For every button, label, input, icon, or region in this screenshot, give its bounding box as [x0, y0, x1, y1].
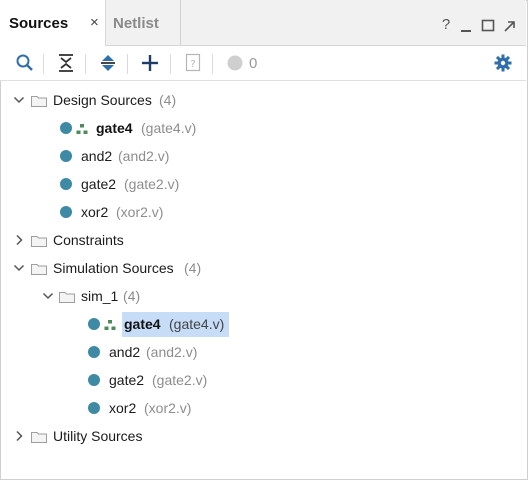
module-file: (xor2.v): [144, 400, 192, 416]
module-name: gate4: [96, 120, 133, 136]
verilog-file-icon: [88, 402, 100, 414]
toolbar-divider: [85, 54, 86, 74]
svg-text:?: ?: [190, 59, 195, 70]
sources-toolbar: ? 0: [0, 46, 526, 81]
gear-icon[interactable]: [492, 52, 514, 74]
toolbar-divider: [43, 54, 44, 74]
verilog-file-icon: [60, 122, 72, 134]
tab-netlist[interactable]: Netlist: [106, 0, 181, 45]
module-name: gate2: [109, 372, 145, 388]
folder-icon: [31, 234, 47, 247]
module-file: (xor2.v): [116, 204, 164, 220]
tree-node-label: Simulation Sources: [53, 260, 174, 276]
tab-sources-label: Sources: [9, 15, 69, 32]
float-icon[interactable]: [502, 16, 518, 34]
module-name: xor2: [81, 204, 109, 220]
tree-node-design-sources[interactable]: Design Sources (4): [0, 86, 526, 114]
verilog-file-icon: [60, 178, 72, 190]
chevron-right-icon[interactable]: [13, 429, 25, 443]
collapse-all-icon[interactable]: [55, 52, 77, 74]
module-name: and2: [81, 148, 113, 164]
tree-node-count: (4): [123, 288, 141, 304]
close-icon[interactable]: ×: [90, 14, 99, 31]
tree-item-gate2[interactable]: gate2 (gate2.v): [0, 170, 526, 198]
search-icon[interactable]: [14, 52, 36, 74]
top-module-icon: [76, 122, 88, 134]
tree-item-gate4-sim[interactable]: gate4 (gate4.v): [0, 310, 526, 338]
tree-node-label: sim_1: [81, 288, 119, 304]
module-name: xor2: [109, 400, 137, 416]
verilog-file-icon: [88, 346, 100, 358]
module-file: (and2.v): [118, 148, 170, 164]
tree-node-label: Constraints: [53, 232, 124, 248]
chevron-down-icon[interactable]: [13, 261, 25, 275]
chevron-right-icon[interactable]: [13, 233, 25, 247]
maximize-icon[interactable]: [480, 16, 496, 34]
tree-item-and2-sim[interactable]: and2 (and2.v): [0, 338, 526, 366]
module-file: (gate4.v): [141, 120, 197, 136]
toolbar-divider: [212, 54, 213, 74]
tree-item-gate2-sim[interactable]: gate2 (gate2.v): [0, 366, 526, 394]
tree-item-xor2[interactable]: xor2 (xor2.v): [0, 198, 526, 226]
verilog-file-icon: [60, 150, 72, 162]
tree-item-gate4[interactable]: gate4 (gate4.v): [0, 114, 526, 142]
verilog-file-icon: [88, 318, 100, 330]
status-count: 0: [249, 55, 258, 72]
tree-node-count: (4): [159, 92, 177, 108]
minimize-icon[interactable]: [458, 16, 474, 34]
module-file: (gate2.v): [152, 372, 208, 388]
status-dot-icon: [224, 52, 246, 74]
module-name: and2: [109, 344, 141, 360]
tab-sources[interactable]: Sources ×: [0, 0, 106, 46]
tree-node-simulation-sources[interactable]: Simulation Sources (4): [0, 254, 526, 282]
tree-item-and2[interactable]: and2 (and2.v): [0, 142, 526, 170]
add-sources-icon[interactable]: [139, 52, 161, 74]
verilog-file-icon: [88, 374, 100, 386]
tree-node-utility-sources[interactable]: Utility Sources: [0, 422, 526, 450]
tree-node-label: Design Sources: [53, 92, 152, 108]
module-file: (gate2.v): [124, 176, 180, 192]
folder-icon: [31, 262, 47, 275]
module-file: (gate4.v): [169, 316, 225, 332]
module-name: gate2: [81, 176, 117, 192]
chevron-down-icon[interactable]: [42, 289, 54, 303]
expand-all-icon[interactable]: [97, 52, 119, 74]
toolbar-divider: [170, 54, 171, 74]
folder-icon: [31, 94, 47, 107]
window-buttons: ?: [438, 16, 518, 36]
tree-node-constraints[interactable]: Constraints: [0, 226, 526, 254]
verilog-file-icon: [60, 206, 72, 218]
tab-netlist-label: Netlist: [113, 15, 159, 32]
module-file: (and2.v): [146, 344, 198, 360]
folder-icon: [31, 430, 47, 443]
tree-node-label: Utility Sources: [53, 428, 143, 444]
top-module-icon: [104, 318, 116, 330]
tree-item-xor2-sim[interactable]: xor2 (xor2.v): [0, 394, 526, 422]
module-name: gate4: [124, 316, 161, 332]
tab-bar: Sources × Netlist ?: [0, 0, 526, 46]
tree-node-sim-1[interactable]: sim_1 (4): [0, 282, 526, 310]
unknown-file-icon[interactable]: ?: [182, 52, 204, 74]
tree-node-count: (4): [184, 260, 202, 276]
toolbar-divider: [127, 54, 128, 74]
chevron-down-icon[interactable]: [13, 93, 25, 107]
folder-icon: [59, 290, 75, 303]
help-icon[interactable]: ?: [438, 16, 454, 34]
